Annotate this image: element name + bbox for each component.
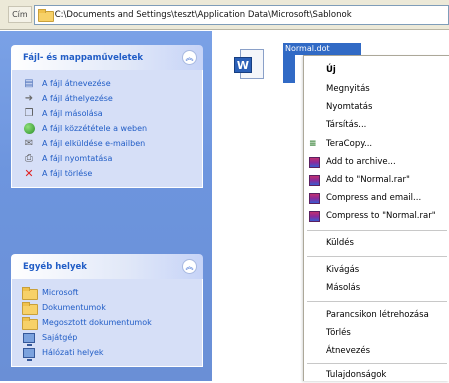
network-icon: [22, 347, 36, 361]
copy-icon: ❐: [24, 107, 34, 119]
menu-item-associate[interactable]: Társítás...: [304, 117, 449, 133]
menu-label: Küldés: [326, 238, 354, 248]
task-label: A fájl törlése: [42, 169, 93, 178]
menu-label: Add to archive...: [326, 157, 396, 167]
folder-icon: [22, 317, 38, 330]
winrar-icon: [309, 193, 320, 204]
task-copy-file[interactable]: ❐ A fájl másolása: [22, 106, 202, 121]
move-icon: ➜: [24, 92, 34, 104]
task-label: A fájl közzététele a weben: [42, 124, 148, 133]
menu-item-cut[interactable]: Kivágás: [304, 262, 449, 278]
menu-item-compress-normal-rar-email[interactable]: Compress to "Normal.rar": [304, 208, 449, 224]
web-publish-icon: [22, 123, 36, 135]
task-delete-file[interactable]: ✕ A fájl törlése: [22, 166, 202, 181]
place-shared-documents[interactable]: Megosztott dokumentumok: [22, 315, 202, 330]
place-label: Sajátgép: [42, 333, 78, 342]
menu-label: Parancsikon létrehozása: [326, 310, 429, 320]
winrar-icon: [309, 211, 320, 222]
menu-label: Kivágás: [326, 265, 360, 275]
file-tasks-panel: Fájl- és mappaműveletek ︽ ▤ A fájl átnev…: [11, 45, 203, 188]
menu-item-create-shortcut[interactable]: Parancsikon létrehozása: [304, 307, 449, 323]
other-places-body: Microsoft Dokumentumok Megosztott dokume…: [11, 279, 203, 367]
place-label: Megosztott dokumentumok: [42, 318, 152, 327]
task-label: A fájl másolása: [42, 109, 103, 118]
menu-item-add-to-archive[interactable]: Add to archive...: [304, 154, 449, 170]
menu-label: TeraCopy...: [326, 139, 373, 149]
address-label: Cím: [8, 6, 32, 23]
other-places-title: Egyéb helyek: [23, 261, 87, 272]
menu-separator: [307, 230, 447, 231]
menu-label: Másolás: [326, 283, 361, 293]
menu-label: Compress and email...: [326, 193, 422, 203]
menu-item-teracopy[interactable]: ≡ TeraCopy...: [304, 136, 449, 152]
winrar-icon: [309, 175, 320, 186]
word-document-icon[interactable]: W: [234, 47, 268, 85]
collapse-chevron-icon[interactable]: ︽: [182, 259, 197, 274]
file-name-label[interactable]: Normal.dot: [283, 43, 361, 55]
rename-icon: ▤: [24, 77, 34, 89]
menu-label: Társítás...: [326, 120, 367, 130]
teracopy-icon: ≡: [309, 139, 317, 149]
menu-label: Megnyitás: [326, 84, 370, 94]
menu-label: Compress to "Normal.rar": [326, 211, 436, 221]
task-label: A fájl áthelyezése: [42, 94, 113, 103]
context-menu: Új Megnyitás Nyomtatás Társítás... ≡ Ter…: [303, 55, 449, 381]
winrar-icon: [309, 157, 320, 168]
menu-separator: [307, 256, 447, 257]
place-network[interactable]: Hálózati helyek: [22, 345, 202, 361]
file-tasks-header[interactable]: Fájl- és mappaműveletek ︽: [11, 45, 203, 70]
place-microsoft[interactable]: Microsoft: [22, 285, 202, 300]
menu-item-copy[interactable]: Másolás: [304, 280, 449, 296]
place-label: Hálózati helyek: [42, 348, 104, 357]
other-places-header[interactable]: Egyéb helyek ︽: [11, 254, 203, 279]
address-bar: Cím C:\Documents and Settings\teszt\Appl…: [0, 0, 449, 30]
task-label: A fájl nyomtatása: [42, 154, 113, 163]
menu-label: Add to "Normal.rar": [326, 175, 410, 185]
place-my-computer[interactable]: Sajátgép: [22, 330, 202, 346]
file-tasks-title: Fájl- és mappaműveletek: [23, 52, 144, 63]
menu-separator: [307, 363, 447, 364]
menu-item-open[interactable]: Megnyitás: [304, 81, 449, 97]
menu-item-new[interactable]: Új: [304, 62, 449, 78]
other-places-panel: Egyéb helyek ︽ Microsoft Dokumentumok Me…: [11, 254, 203, 367]
menu-label: Törlés: [326, 328, 351, 338]
folder-icon: [22, 302, 38, 315]
menu-item-add-to-normal-rar[interactable]: Add to "Normal.rar": [304, 172, 449, 188]
folder-icon: [22, 287, 38, 300]
menu-item-compress-email[interactable]: Compress and email...: [304, 190, 449, 206]
place-label: Microsoft: [42, 288, 79, 297]
menu-item-print[interactable]: Nyomtatás: [304, 99, 449, 115]
menu-item-rename[interactable]: Átnevezés: [304, 343, 449, 359]
menu-label: Új: [326, 65, 336, 75]
menu-label: Tulajdonságok: [326, 370, 387, 380]
computer-icon: [22, 332, 36, 346]
place-label: Dokumentumok: [42, 303, 106, 312]
menu-item-send-to[interactable]: Küldés: [304, 235, 449, 251]
mail-icon: ✉: [24, 137, 34, 149]
task-pane: Fájl- és mappaműveletek ︽ ▤ A fájl átnev…: [0, 31, 212, 381]
task-label: A fájl elküldése e-mailben: [42, 139, 146, 148]
address-input[interactable]: C:\Documents and Settings\teszt\Applicat…: [33, 4, 449, 25]
menu-label: Nyomtatás: [326, 102, 373, 112]
menu-label: Átnevezés: [326, 346, 370, 356]
menu-item-delete[interactable]: Törlés: [304, 325, 449, 341]
task-move-file[interactable]: ➜ A fájl áthelyezése: [22, 91, 202, 106]
file-selection-highlight: [283, 55, 295, 83]
place-documents[interactable]: Dokumentumok: [22, 300, 202, 315]
collapse-chevron-icon[interactable]: ︽: [182, 50, 197, 65]
folder-icon: [37, 9, 54, 22]
print-icon: ⎙: [25, 152, 33, 164]
task-rename-file[interactable]: ▤ A fájl átnevezése: [22, 76, 202, 91]
task-print-file[interactable]: ⎙ A fájl nyomtatása: [22, 151, 202, 166]
address-path: C:\Documents and Settings\teszt\Applicat…: [54, 9, 352, 20]
task-publish-web[interactable]: A fájl közzététele a weben: [22, 121, 202, 136]
task-email-file[interactable]: ✉ A fájl elküldése e-mailben: [22, 136, 202, 151]
menu-separator: [307, 301, 447, 302]
task-label: A fájl átnevezése: [42, 79, 111, 88]
delete-icon: ✕: [24, 167, 34, 180]
file-tasks-body: ▤ A fájl átnevezése ➜ A fájl áthelyezése…: [11, 70, 203, 188]
